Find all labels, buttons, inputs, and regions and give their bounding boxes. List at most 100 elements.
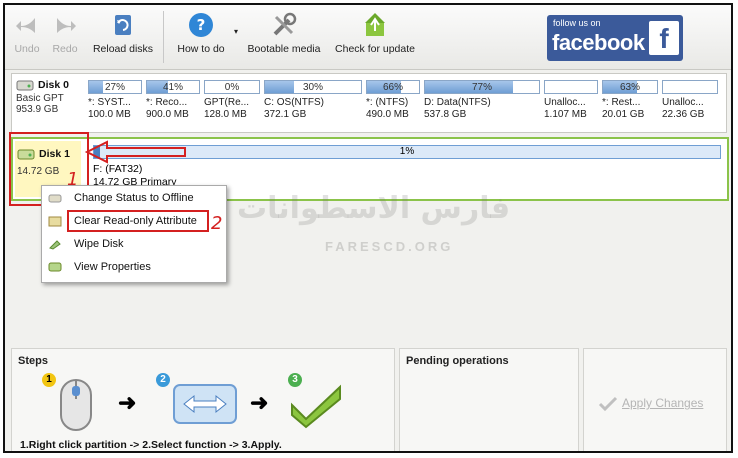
- watermark-latin: FARESCD.ORG: [325, 239, 454, 254]
- partition-usage-bar: 0%: [204, 80, 260, 94]
- redo-label: Redo: [52, 43, 78, 55]
- partition-name: C: OS(NTFS): [264, 97, 324, 108]
- partition-size: 372.1 GB: [264, 109, 307, 120]
- partition-name: GPT(Re...: [204, 97, 250, 108]
- offline-icon: [48, 194, 62, 203]
- pending-title: Pending operations: [406, 355, 509, 367]
- disk-0-partition[interactable]: 0% GPT(Re... 128.0 MB: [204, 80, 260, 128]
- disk-0-partition[interactable]: 30% C: OS(NTFS) 372.1 GB: [264, 80, 362, 128]
- partition-size: 490.0 MB: [366, 109, 409, 120]
- watermark-arabic: فارس الاسطوانات: [237, 191, 511, 226]
- partition-size: 100.0 MB: [88, 109, 131, 120]
- reload-icon: [115, 15, 131, 35]
- partition-usage-fill: [265, 81, 294, 93]
- check-for-update-button[interactable]: Check for update: [331, 11, 419, 65]
- chevron-down-icon: ▾: [233, 27, 238, 36]
- partition-usage-bar: 41%: [146, 80, 200, 94]
- partition-name: D: Data(NTFS): [424, 97, 491, 108]
- disk-0-partition[interactable]: Unalloc... 22.36 GB: [662, 80, 718, 128]
- apply-changes-button[interactable]: Apply Changes: [598, 395, 703, 413]
- menu-item-view-properties[interactable]: View Properties: [42, 257, 226, 277]
- disk-0-name: Disk 0: [38, 79, 69, 91]
- select-function-icon: [173, 384, 237, 424]
- tools-icon: [273, 12, 297, 36]
- step-arrow-icon: ➜: [250, 390, 269, 415]
- undo-label: Undo: [14, 43, 40, 55]
- apply-changes-label: Apply Changes: [622, 396, 704, 411]
- menu-label: Wipe Disk: [74, 238, 124, 250]
- disk-0-partition[interactable]: 77% D: Data(NTFS) 537.8 GB: [424, 80, 540, 128]
- facebook-f-icon: f: [649, 21, 679, 55]
- update-icon: [365, 13, 385, 36]
- partition-usage-bar: 66%: [366, 80, 420, 94]
- partition-size: 900.0 MB: [146, 109, 189, 120]
- apply-check-icon: [598, 396, 618, 412]
- disk-0-partition[interactable]: 66% *: (NTFS) 490.0 MB: [366, 80, 420, 128]
- context-menu: Change Status to Offline Clear Read-only…: [41, 185, 227, 283]
- partition-size: 1.107 MB: [544, 109, 587, 120]
- menu-item-change-status-offline[interactable]: Change Status to Offline: [42, 188, 226, 208]
- how-to-do-button[interactable]: ? How to do: [169, 11, 233, 65]
- apply-pane: Apply Changes: [583, 348, 727, 451]
- reload-disks-button[interactable]: Reload disks: [89, 11, 157, 65]
- facebook-follow-button[interactable]: follow us on facebook f: [547, 15, 683, 61]
- annotation-box-menu-item: [67, 210, 209, 232]
- toolbar-separator: [163, 11, 164, 63]
- partition-percent: 27%: [104, 82, 125, 93]
- undo-icon: [16, 18, 35, 33]
- partition-usage-fill: [425, 81, 513, 93]
- partition-size: 22.36 GB: [662, 109, 705, 120]
- partition-size: 128.0 MB: [204, 109, 247, 120]
- attribute-icon: [48, 216, 62, 227]
- partition-percent: 41%: [162, 82, 183, 93]
- pending-operations-pane: Pending operations: [399, 348, 579, 451]
- disk-0-partition[interactable]: 27% *: SYST... 100.0 MB: [88, 80, 142, 128]
- partition-usage-bar: 77%: [424, 80, 540, 94]
- facebook-small-text: follow us on: [553, 18, 601, 28]
- step-arrow-icon: ➜: [118, 390, 137, 415]
- disk-0-partition[interactable]: 63% *: Rest... 20.01 GB: [602, 80, 658, 128]
- partition-size: 537.8 GB: [424, 109, 467, 120]
- partition-usage-bar: [544, 80, 598, 94]
- toolbar: Undo Redo Reload disks ? How to do ▾ Boo…: [5, 5, 731, 70]
- disk-0-row[interactable]: Disk 0 Basic GPT 953.9 GB 27% *: SYST... 1…: [11, 73, 727, 133]
- partition-percent: 77%: [471, 82, 492, 93]
- menu-label: Change Status to Offline: [74, 192, 194, 204]
- annotation-number-2: 2: [211, 213, 223, 234]
- wipe-icon: [49, 240, 61, 250]
- help-icon: ?: [189, 13, 213, 37]
- disk-0-type: Basic GPT: [16, 93, 64, 104]
- partition-name: Unalloc...: [544, 97, 586, 108]
- partition-usage-bar: 27%: [88, 80, 142, 94]
- undo-button[interactable]: Undo: [9, 11, 45, 65]
- menu-item-wipe-disk[interactable]: Wipe Disk: [42, 234, 226, 254]
- redo-button[interactable]: Redo: [47, 11, 83, 65]
- partition-percent: 0%: [224, 82, 240, 93]
- step-badge-1: 1: [42, 373, 56, 387]
- partition-percent: 63%: [619, 82, 640, 93]
- disk-0-partition[interactable]: 41% *: Reco... 900.0 MB: [146, 80, 200, 128]
- partition-usage-fill: [89, 81, 104, 93]
- redo-icon: [57, 18, 76, 33]
- svg-text:?: ?: [197, 16, 206, 34]
- annotation-arrow-icon: [85, 140, 186, 164]
- menu-label: View Properties: [74, 261, 151, 273]
- checkmark-icon: [291, 384, 341, 429]
- disk-0-partition[interactable]: Unalloc... 1.107 MB: [544, 80, 598, 128]
- mouse-icon: [60, 379, 92, 431]
- partition-percent: 30%: [302, 82, 323, 93]
- step-badge-2: 2: [156, 373, 170, 387]
- hard-disk-icon: [16, 80, 34, 91]
- app-window: Undo Redo Reload disks ? How to do ▾ Boo…: [3, 3, 733, 453]
- partition-usage-bar: [662, 80, 718, 94]
- steps-description: 1.Right click partition -> 2.Select func…: [20, 439, 282, 451]
- partition-percent: 66%: [382, 82, 403, 93]
- steps-title: Steps: [18, 355, 48, 367]
- how-to-do-label: How to do: [177, 43, 225, 55]
- disk-0-size: 953.9 GB: [16, 104, 59, 115]
- disk-0-label: Disk 0 Basic GPT 953.9 GB: [16, 78, 84, 115]
- partition-size: 20.01 GB: [602, 109, 645, 120]
- partition-name: *: Reco...: [146, 97, 188, 108]
- bootable-media-button[interactable]: Bootable media: [243, 11, 325, 65]
- partition-name: Unalloc...: [662, 97, 704, 108]
